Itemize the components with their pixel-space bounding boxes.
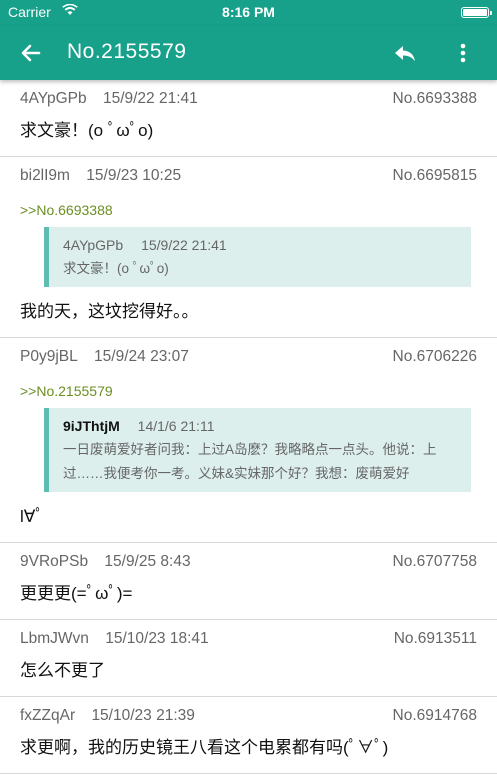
post-item[interactable]: fxZZqAr 15/10/23 21:39 No.6914768 求更啊，我的… [0,697,497,774]
quoted-post[interactable]: 4AYpGPb 15/9/22 21:41 求文豪！(o ﾟωﾟo) [44,227,471,287]
post-item[interactable]: 4AYpGPb 15/9/22 21:41 No.6693388 求文豪！(o … [0,80,497,157]
reply-icon[interactable] [392,40,418,66]
post-meta: bi2lI9m 15/9/23 10:25 No.6695815 [20,157,477,195]
post-content: 更更更(=ﾟωﾟ)= [20,584,133,603]
post-date: 15/9/25 8:43 [104,553,191,570]
post-user-id: P0y9jBL [20,348,78,365]
post-date: 15/10/23 21:39 [91,707,195,724]
post-meta: LbmJWvn 15/10/23 18:41 No.6913511 [20,620,477,658]
post-content: 求文豪！(o ﾟωﾟo) [20,121,154,140]
quoted-text: 一日废萌爱好者问我：上过A岛麽？我略略点一点头。他说：上过……我便考你一考。义妹… [63,442,437,481]
post-number[interactable]: No.6913511 [394,620,477,658]
post-content: 求更啊，我的历史镜王八看这个电累都有吗(ﾟ∀ﾟ) [20,738,389,757]
nav-bar: No.2155579 [0,26,497,80]
post-item[interactable]: LbmJWvn 15/10/23 18:41 No.6913511 怎么不更了 [0,620,497,697]
post-content: 怎么不更了 [20,661,105,680]
post-item[interactable]: 9VRoPSb 15/9/25 8:43 No.6707758 更更更(=ﾟωﾟ… [0,543,497,620]
post-number[interactable]: No.6695815 [393,157,477,195]
post-number[interactable]: No.6706226 [393,338,477,376]
thread-title: No.2155579 [67,40,187,63]
quoted-text: 求文豪！(o ﾟωﾟo) [63,261,169,276]
post-meta: fxZZqAr 15/10/23 21:39 No.6914768 [20,697,477,735]
post-meta: 9VRoPSb 15/9/25 8:43 No.6707758 [20,543,477,581]
post-item[interactable]: P0y9jBL 15/9/24 23:07 No.6706226 >>No.21… [0,338,497,543]
more-options-icon[interactable] [452,40,474,66]
quoted-post-meta: 4AYpGPb 15/9/22 21:41 [63,233,457,257]
post-list[interactable]: 4AYpGPb 15/9/22 21:41 No.6693388 求文豪！(o … [0,80,497,774]
post-number[interactable]: No.6914768 [393,697,477,735]
quoted-post[interactable]: 9iJThtjM 14/1/6 21:11 一日废萌爱好者问我：上过A岛麽？我略… [44,408,471,492]
post-user-id: 4AYpGPb [20,90,87,107]
post-user-id: bi2lI9m [20,167,70,184]
quoted-date: 15/9/22 21:41 [141,237,227,253]
post-date: 15/10/23 18:41 [105,630,209,647]
quoted-user-id: 9iJThtjM [63,418,120,434]
post-meta: P0y9jBL 15/9/24 23:07 No.6706226 [20,338,477,376]
quote-reference-link[interactable]: >>No.2155579 [20,380,477,402]
clock: 8:16 PM [222,4,275,20]
battery-icon [461,7,492,18]
quote-reference-link[interactable]: >>No.6693388 [20,199,477,221]
post-user-id: LbmJWvn [20,630,89,647]
post-date: 15/9/24 23:07 [94,348,189,365]
post-user-id: 9VRoPSb [20,553,89,570]
quoted-post-meta: 9iJThtjM 14/1/6 21:11 [63,414,457,438]
back-arrow-icon[interactable] [18,40,44,66]
post-number[interactable]: No.6693388 [393,80,477,118]
post-item[interactable]: bi2lI9m 15/9/23 10:25 No.6695815 >>No.66… [0,157,497,338]
post-number[interactable]: No.6707758 [393,543,477,581]
post-date: 15/9/22 21:41 [102,90,198,107]
post-date: 15/9/23 10:25 [86,167,182,184]
quoted-user-id: 4AYpGPb [63,237,124,253]
status-bar: Carrier 8:16 PM [0,0,497,26]
post-user-id: fxZZqAr [20,707,76,724]
post-meta: 4AYpGPb 15/9/22 21:41 No.6693388 [20,80,477,118]
post-content: l∀ﾟ [20,507,44,526]
quoted-date: 14/1/6 21:11 [137,418,215,434]
post-content: 我的天，这坟挖得好。。 [20,302,199,321]
